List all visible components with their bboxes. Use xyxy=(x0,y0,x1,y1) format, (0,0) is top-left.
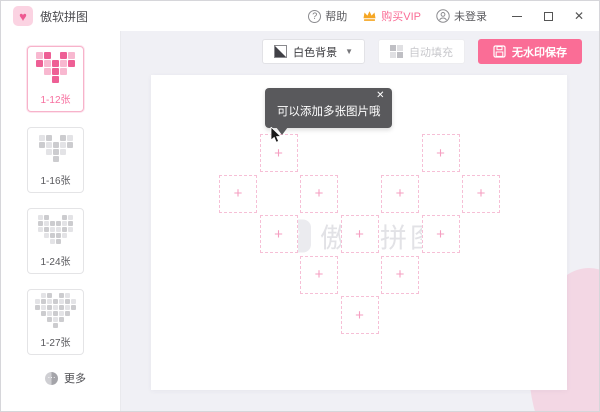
plus-icon: + xyxy=(233,185,243,202)
background-select-button[interactable]: 白色背景 ▼ xyxy=(262,39,365,64)
close-icon: ✕ xyxy=(573,9,585,23)
photo-placeholder-cell[interactable]: + xyxy=(340,215,379,253)
tooltip-arrow xyxy=(276,127,288,135)
main-area: 白色背景 ▼ 自动填充 无水印保存 傲软拼图 + + + + + + + + +… xyxy=(121,31,599,411)
plus-icon: + xyxy=(314,185,324,202)
more-dots-icon: ⋯ xyxy=(45,371,58,385)
grid-icon xyxy=(390,45,403,58)
autofill-button[interactable]: 自动填充 xyxy=(378,39,465,64)
plus-icon: + xyxy=(476,185,486,202)
maximize-button[interactable] xyxy=(542,10,554,22)
maximize-icon xyxy=(543,11,553,21)
window-controls: ✕ xyxy=(511,10,585,22)
toolbar: 白色背景 ▼ 自动填充 无水印保存 xyxy=(121,31,599,64)
plus-icon: + xyxy=(314,266,324,283)
layout-heart-icon xyxy=(36,51,75,83)
sidebar-layout-item-1-12[interactable]: 1-12张 xyxy=(27,46,84,112)
photo-placeholder-cell[interactable]: + xyxy=(259,215,298,253)
plus-icon: + xyxy=(274,144,283,162)
photo-placeholder-cell[interactable]: + xyxy=(300,174,338,213)
sidebar-layout-item-1-24[interactable]: 1-24张 xyxy=(27,208,84,274)
layout-heart-icon xyxy=(38,214,73,244)
sidebar-layout-item-1-16[interactable]: 1-16张 xyxy=(27,127,84,193)
heart-icon: ♥ xyxy=(19,8,27,24)
help-button[interactable]: ? 帮助 xyxy=(308,8,347,24)
photo-placeholder-cell[interactable]: + xyxy=(381,174,419,213)
layout-item-label: 1-12张 xyxy=(40,95,71,106)
minimize-icon xyxy=(512,15,522,17)
layout-heart-icon xyxy=(38,134,73,162)
plus-icon: + xyxy=(395,185,405,202)
question-icon: ? xyxy=(308,9,322,23)
layout-list: 1-12张 1-16张 1-24张 1-27张 xyxy=(1,46,120,355)
background-label: 白色背景 xyxy=(293,46,338,59)
plus-icon: + xyxy=(395,266,405,283)
more-label: 更多 xyxy=(64,373,86,385)
photo-placeholder-cell[interactable]: + xyxy=(219,174,257,213)
more-button[interactable]: ⋯ 更多 xyxy=(45,370,120,386)
plus-icon: + xyxy=(355,225,364,243)
app-title: 傲软拼图 xyxy=(40,9,89,24)
help-label: 帮助 xyxy=(325,11,348,23)
layout-item-label: 1-16张 xyxy=(40,176,71,187)
title-bar: ♥ 傲软拼图 ? 帮助 购买VIP 未登录 ✕ xyxy=(1,1,599,31)
save-label: 无水印保存 xyxy=(512,46,567,59)
photo-placeholder-cell[interactable]: + xyxy=(421,134,460,172)
buy-vip-label: 购买VIP xyxy=(381,11,421,23)
plus-icon: + xyxy=(436,225,445,243)
app-logo-icon: ♥ xyxy=(13,6,33,26)
minimize-button[interactable] xyxy=(511,10,523,22)
plus-icon: + xyxy=(436,144,445,162)
user-icon xyxy=(436,9,450,23)
background-swatch-icon xyxy=(274,45,288,58)
tooltip-text: 可以添加多张图片哦 xyxy=(277,106,381,118)
layout-item-label: 1-27张 xyxy=(40,338,71,349)
buy-vip-button[interactable]: 购买VIP xyxy=(362,8,421,24)
login-label: 未登录 xyxy=(454,11,487,23)
photo-placeholder-cell[interactable]: + xyxy=(381,255,419,294)
chevron-down-icon: ▼ xyxy=(345,47,353,56)
close-button[interactable]: ✕ xyxy=(573,10,585,22)
collage-canvas: ♥ 傲软拼图 ++++++++++++ 可以添加多张图片哦 ✕ xyxy=(151,75,567,390)
titlebar-actions: ? 帮助 购买VIP 未登录 ✕ xyxy=(308,8,585,24)
photo-placeholder-cell[interactable]: + xyxy=(462,174,500,213)
photo-placeholder-cell[interactable]: + xyxy=(300,255,338,294)
save-button[interactable]: 无水印保存 xyxy=(478,39,582,64)
photo-placeholder-cell[interactable]: + xyxy=(259,134,298,172)
autofill-label: 自动填充 xyxy=(409,46,453,59)
tooltip: 可以添加多张图片哦 ✕ xyxy=(265,88,392,135)
layout-item-label: 1-24张 xyxy=(40,257,71,268)
plus-icon: + xyxy=(274,225,283,243)
plus-icon: + xyxy=(355,306,364,324)
crown-icon xyxy=(363,11,376,21)
sidebar-layout-item-1-27[interactable]: 1-27张 xyxy=(27,289,84,355)
photo-placeholder-cell[interactable]: + xyxy=(421,215,460,253)
save-icon xyxy=(493,45,506,58)
tooltip-close-button[interactable]: ✕ xyxy=(376,91,384,101)
app-body: 1-12张 1-16张 1-24张 1-27张 ⋯ 更多 白色背景 ▼ 自动填充 xyxy=(1,31,599,411)
layout-sidebar: 1-12张 1-16张 1-24张 1-27张 ⋯ 更多 xyxy=(1,31,121,411)
layout-heart-icon xyxy=(35,292,76,328)
app-window: ♥ 傲软拼图 ? 帮助 购买VIP 未登录 ✕ 1-12张 1-16张 1-24… xyxy=(0,0,600,412)
photo-placeholder-cell[interactable]: + xyxy=(340,296,379,334)
login-button[interactable]: 未登录 xyxy=(436,8,487,24)
